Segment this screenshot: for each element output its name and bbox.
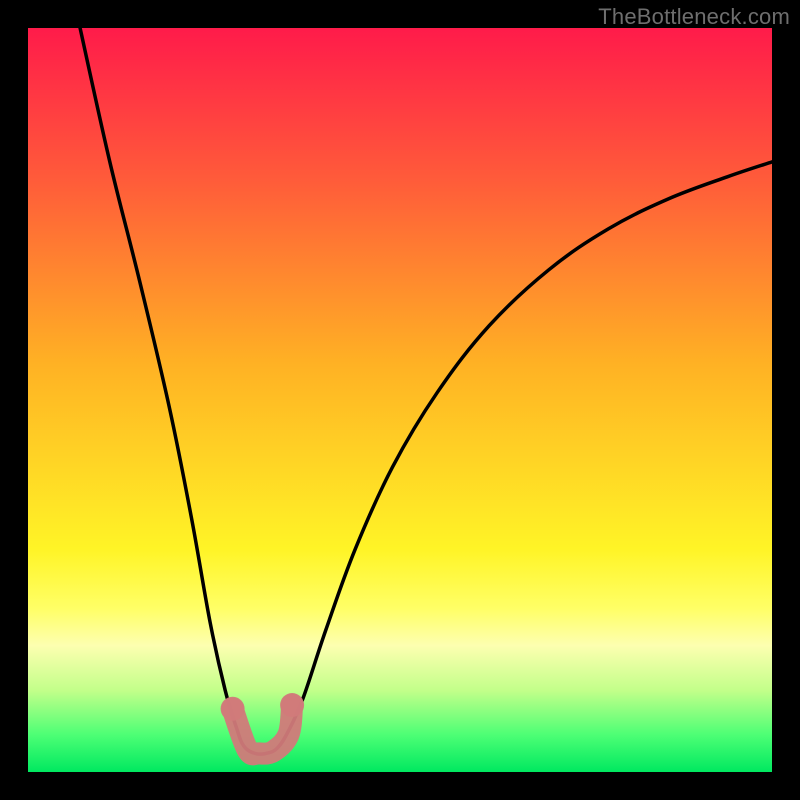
chart-svg bbox=[28, 28, 772, 772]
chart-plot bbox=[28, 28, 772, 772]
gradient-background bbox=[28, 28, 772, 772]
marker-endpoint-right bbox=[280, 693, 304, 717]
marker-endpoint-left bbox=[221, 697, 245, 721]
chart-frame: TheBottleneck.com bbox=[0, 0, 800, 800]
watermark-text: TheBottleneck.com bbox=[598, 4, 790, 30]
